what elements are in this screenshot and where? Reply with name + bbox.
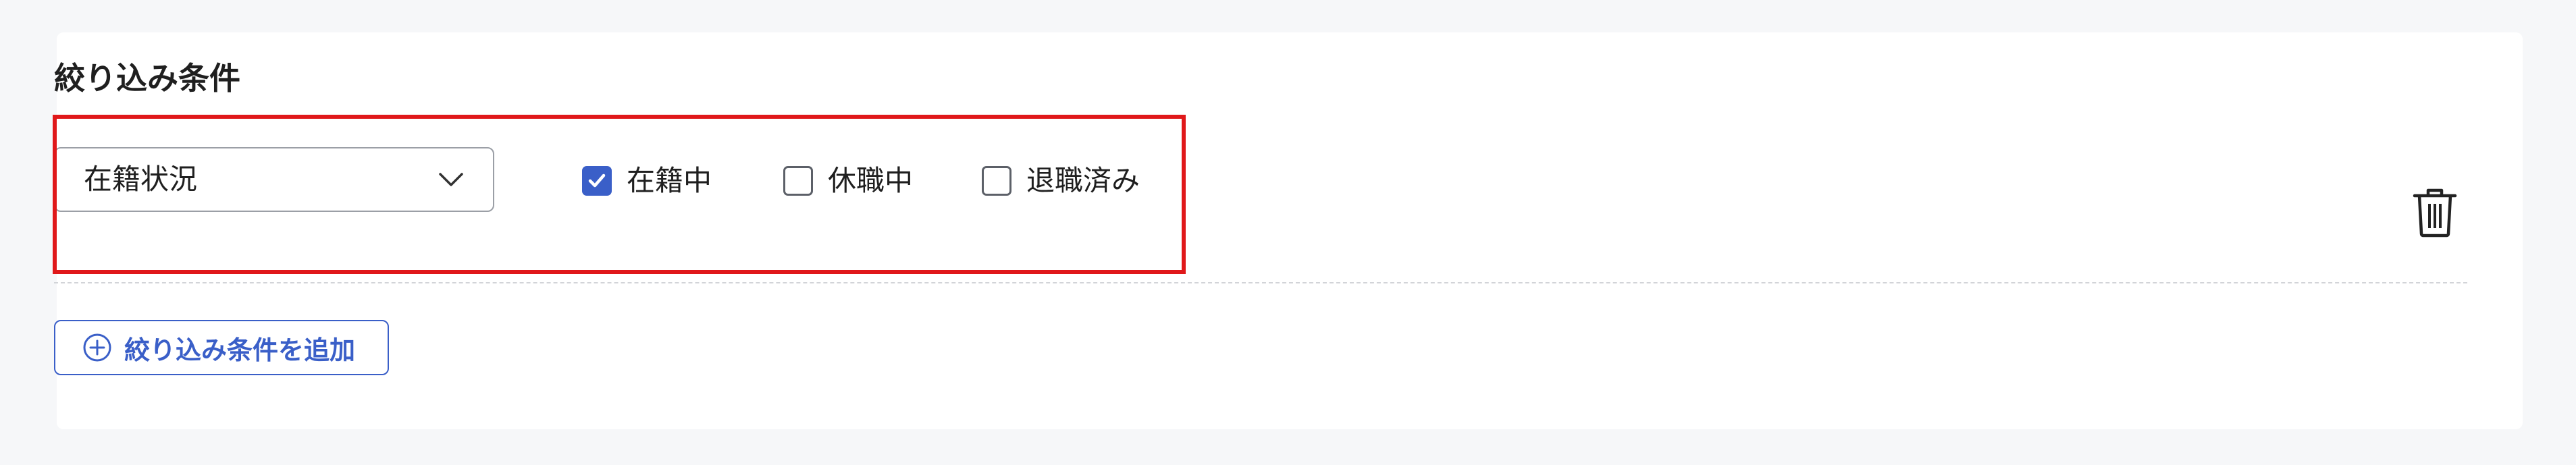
highlight-frame	[53, 115, 1186, 274]
add-filter-condition-button[interactable]: 絞り込み条件を追加	[54, 320, 389, 375]
trash-icon[interactable]	[2412, 188, 2458, 238]
section-title: 絞り込み条件	[54, 60, 240, 97]
add-filter-condition-label: 絞り込み条件を追加	[124, 335, 356, 365]
plus-circle-icon	[83, 333, 111, 362]
divider	[54, 282, 2467, 283]
